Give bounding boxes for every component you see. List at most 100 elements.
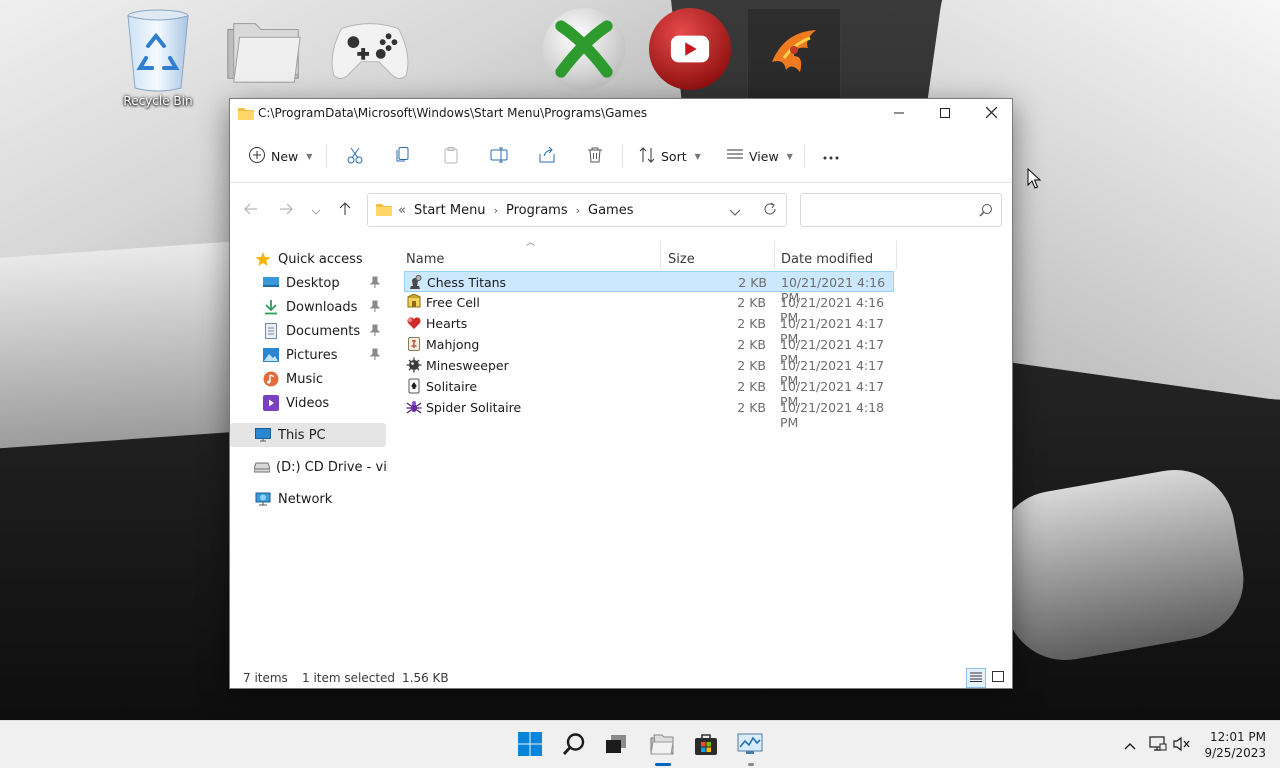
- new-button[interactable]: New ▼: [248, 141, 312, 171]
- sidebar-item-quick-access[interactable]: Quick access: [230, 247, 386, 271]
- store-icon: [694, 732, 718, 759]
- chevron-down-icon: ▼: [694, 151, 701, 161]
- address-bar[interactable]: « Start Menu › Programs › Games: [367, 193, 787, 227]
- copy-button[interactable]: [394, 141, 412, 171]
- start-button[interactable]: [514, 729, 546, 761]
- sidebar-item-label: This PC: [278, 427, 326, 443]
- column-header-date-modified[interactable]: Date modified: [781, 245, 873, 273]
- breadcrumb-programs[interactable]: Programs: [506, 203, 568, 218]
- more-options-button[interactable]: [822, 141, 840, 171]
- file-row-solitaire[interactable]: Solitaire 2 KB 10/21/2021 4:17 PM: [404, 376, 894, 409]
- forward-button[interactable]: [275, 199, 297, 221]
- sidebar-item-label: Music: [286, 371, 323, 387]
- taskbar: 12:01 PM 9/25/2023: [0, 720, 1280, 768]
- refresh-icon[interactable]: [763, 202, 777, 219]
- back-button[interactable]: [240, 199, 262, 221]
- sidebar-item-downloads[interactable]: Downloads: [230, 295, 386, 319]
- column-header-size[interactable]: Size: [668, 245, 695, 273]
- sidebar-item-pictures[interactable]: Pictures: [230, 343, 386, 367]
- desktop-icon-phoenix-app[interactable]: [747, 8, 841, 100]
- file-size: 2 KB: [737, 337, 766, 352]
- plus-circle-icon: [248, 146, 266, 167]
- paste-button[interactable]: [442, 141, 460, 171]
- sidebar-item-this-pc[interactable]: This PC: [230, 423, 386, 447]
- desktop-icon: [262, 274, 280, 292]
- column-divider[interactable]: [774, 241, 775, 269]
- sidebar-item-cd-drive[interactable]: (D:) CD Drive - virti: [230, 455, 388, 479]
- sidebar-item-documents[interactable]: Documents: [230, 319, 386, 343]
- search-input[interactable]: [800, 193, 1002, 227]
- file-row-chess-titans[interactable]: Chess Titans 2 KB 10/21/2021 4:16 PM: [404, 271, 894, 305]
- rename-button[interactable]: [490, 141, 508, 171]
- file-row-free-cell[interactable]: Free Cell 2 KB 10/21/2021 4:16 PM: [404, 292, 894, 325]
- pin-icon[interactable]: [369, 348, 381, 364]
- xbox-controller-icon: [328, 6, 412, 92]
- mouse-cursor: [1027, 167, 1042, 193]
- taskbar-file-explorer[interactable]: [646, 729, 678, 761]
- desktop-icon-recycle-bin[interactable]: Recycle Bin: [112, 6, 204, 116]
- rename-icon: [490, 146, 508, 167]
- taskbar-resource-monitor[interactable]: [734, 729, 766, 761]
- chevron-down-icon: ▼: [306, 151, 313, 161]
- paste-icon: [442, 146, 460, 167]
- file-row-spider-solitaire[interactable]: Spider Solitaire 2 KB 10/21/2021 4:18 PM: [404, 397, 894, 430]
- taskbar-store[interactable]: [690, 729, 722, 761]
- details-view-button[interactable]: [966, 668, 986, 688]
- sidebar-item-videos[interactable]: Videos: [230, 391, 386, 415]
- freecell-icon: [406, 294, 422, 310]
- details-view-icon: [970, 671, 982, 685]
- sort-label: Sort: [661, 148, 687, 164]
- network-status-button[interactable]: [1148, 735, 1168, 755]
- divider: [804, 145, 805, 167]
- minimize-button[interactable]: [876, 99, 922, 127]
- file-row-hearts[interactable]: Hearts 2 KB 10/21/2021 4:17 PM: [404, 313, 894, 346]
- column-divider[interactable]: [896, 241, 897, 269]
- search-button[interactable]: [558, 729, 590, 761]
- clock[interactable]: 12:01 PM 9/25/2023: [1196, 729, 1266, 761]
- view-button[interactable]: View ▼: [726, 141, 793, 171]
- downloads-icon: [262, 298, 280, 316]
- cut-button[interactable]: [346, 141, 364, 171]
- sidebar-item-music[interactable]: Music: [230, 367, 386, 391]
- delete-button[interactable]: [586, 141, 604, 171]
- task-view-button[interactable]: [600, 729, 632, 761]
- breadcrumb-games[interactable]: Games: [588, 203, 633, 218]
- file-explorer-window: C:\ProgramData\Microsoft\Windows\Start M…: [229, 98, 1013, 689]
- minesweeper-icon: [406, 357, 422, 373]
- file-row-mahjong[interactable]: Mahjong 2 KB 10/21/2021 4:17 PM: [404, 334, 894, 367]
- new-label: New: [271, 148, 299, 164]
- sidebar-item-label: Documents: [286, 323, 361, 339]
- sidebar-item-desktop[interactable]: Desktop: [230, 271, 386, 295]
- sort-button[interactable]: Sort ▼: [638, 141, 701, 171]
- volume-button[interactable]: [1172, 735, 1192, 755]
- sort-ascending-icon: ︿: [526, 238, 536, 248]
- divider: [622, 145, 623, 167]
- large-icons-view-button[interactable]: [988, 668, 1008, 688]
- hearts-icon: [406, 315, 422, 331]
- show-hidden-icons-button[interactable]: [1120, 735, 1140, 755]
- breadcrumb-start-menu[interactable]: Start Menu: [414, 203, 486, 218]
- maximize-button[interactable]: [922, 99, 968, 127]
- up-button[interactable]: [334, 199, 356, 221]
- file-size: 2 KB: [737, 400, 766, 415]
- recent-locations-button[interactable]: [305, 199, 327, 221]
- chevron-right-icon[interactable]: ›: [494, 204, 498, 217]
- pictures-icon: [262, 346, 280, 364]
- navigation-pane: Quick access Desktop Downloads Documents: [230, 239, 388, 659]
- chevron-right-icon[interactable]: ›: [576, 204, 580, 217]
- pin-icon[interactable]: [369, 324, 381, 340]
- share-button[interactable]: [538, 141, 556, 171]
- file-row-minesweeper[interactable]: Minesweeper 2 KB 10/21/2021 4:17 PM: [404, 355, 894, 388]
- desktop-icon-label: Recycle Bin: [123, 94, 193, 108]
- breadcrumb-overflow[interactable]: «: [398, 203, 406, 218]
- close-button[interactable]: [968, 99, 1014, 127]
- column-divider[interactable]: [660, 241, 661, 269]
- title-bar[interactable]: C:\ProgramData\Microsoft\Windows\Start M…: [230, 99, 1012, 129]
- resource-monitor-icon: [737, 733, 763, 758]
- sidebar-item-network[interactable]: Network: [230, 487, 386, 511]
- wallpaper-shape: [987, 460, 1253, 670]
- pin-icon[interactable]: [369, 300, 381, 316]
- pin-icon[interactable]: [369, 276, 381, 292]
- address-dropdown-chevron-icon[interactable]: [729, 204, 741, 219]
- column-header-name[interactable]: Name: [406, 245, 444, 273]
